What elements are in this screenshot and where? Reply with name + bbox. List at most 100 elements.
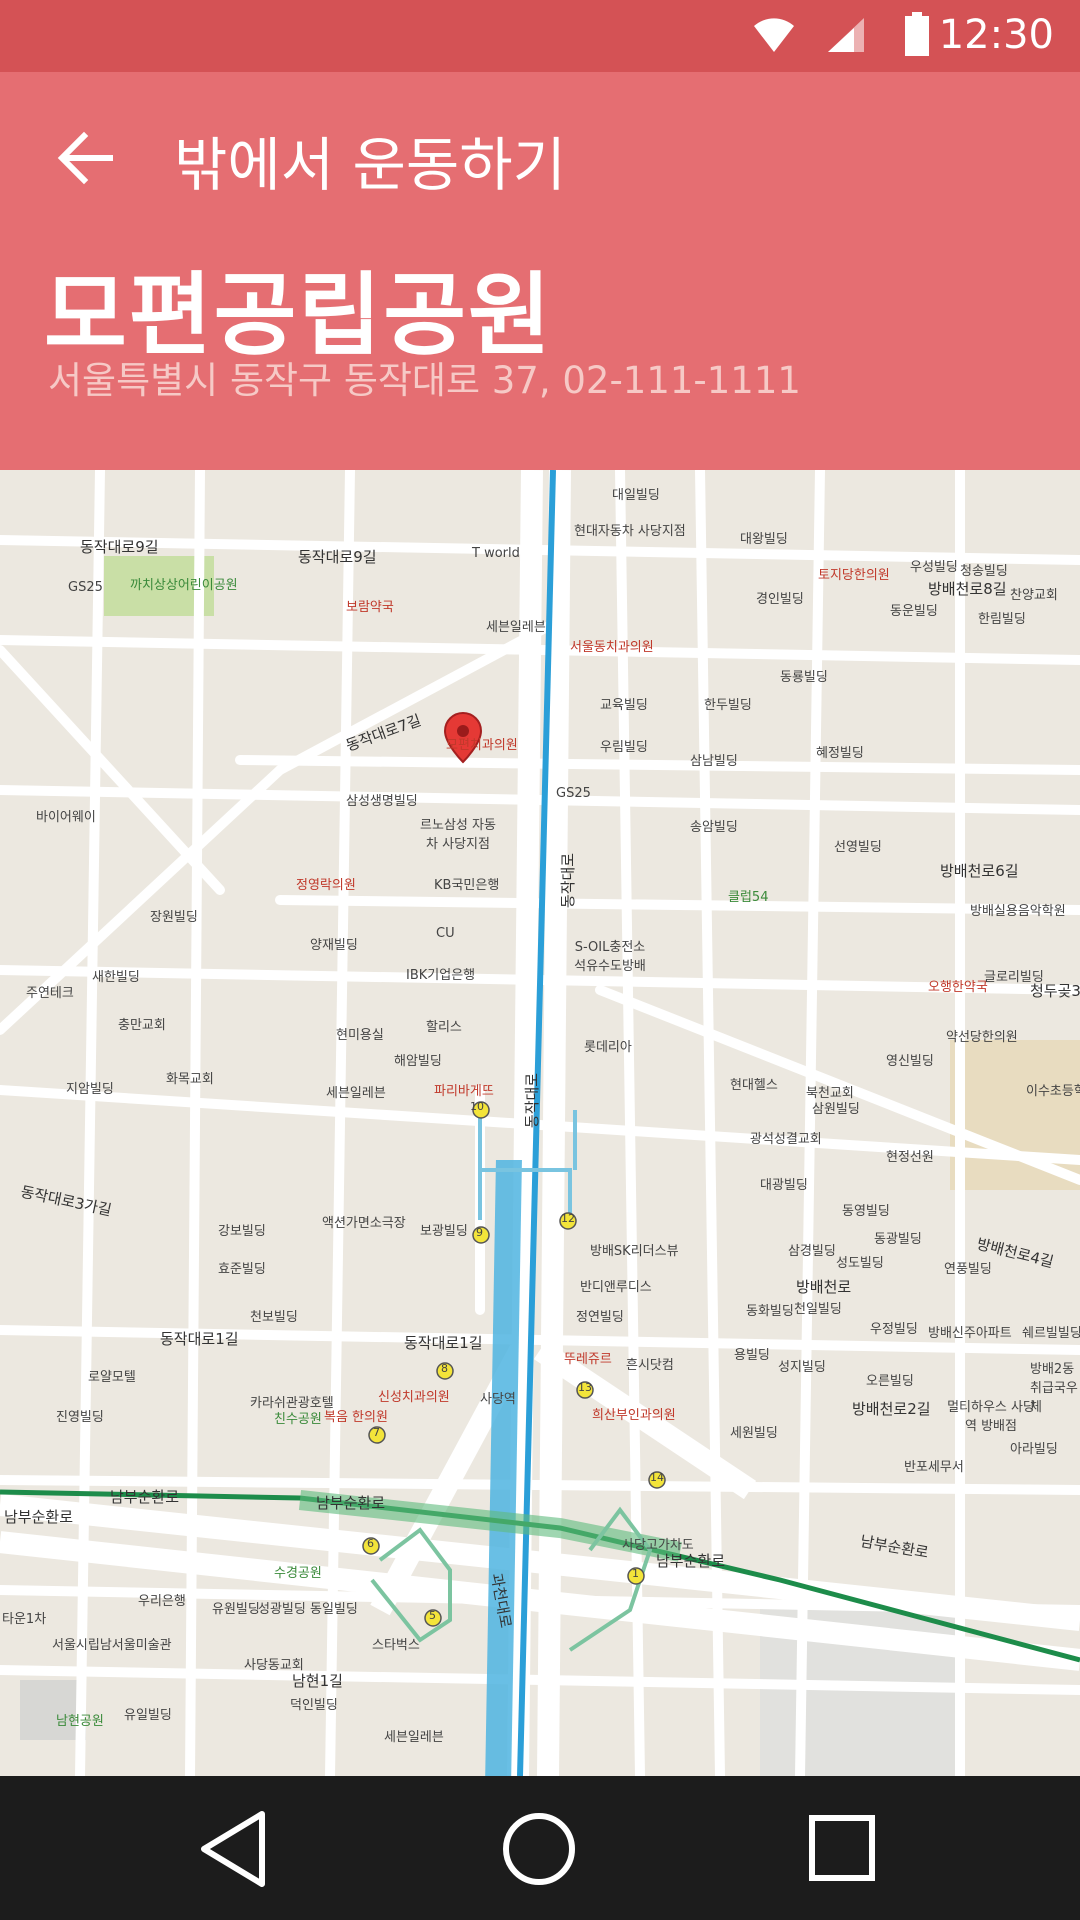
- place-label: 장원빌딩: [150, 910, 198, 925]
- place-label: S-OIL충전소 석유수도방배: [574, 940, 646, 974]
- place-label: 타운1차: [2, 1612, 47, 1627]
- place-label: 우성빌딩: [910, 560, 958, 575]
- place-label: 대광빌딩: [760, 1178, 808, 1193]
- place-address: 서울특별시 동작구 동작대로 37, 02-111-1111: [48, 359, 801, 402]
- place-label: 동룡빌딩: [780, 670, 828, 685]
- place-label: 효준빌딩: [218, 1262, 266, 1277]
- app-header: 밖에서 운동하기 모편공립공원 서울특별시 동작구 동작대로 37, 02-11…: [0, 72, 1080, 470]
- place-label: 주연테크: [26, 986, 74, 1001]
- place-label: 성지빌딩: [778, 1360, 826, 1375]
- place-label: 희산부인과의원: [592, 1408, 676, 1423]
- place-label: GS25: [556, 786, 591, 801]
- place-label: 충만교회: [118, 1018, 166, 1033]
- place-label: T world: [472, 546, 520, 561]
- road-label: 방배천로: [796, 1278, 852, 1296]
- exit-number: 14: [650, 1471, 664, 1484]
- place-label: 정연빌딩: [576, 1310, 624, 1325]
- clock: 12:30: [938, 12, 1054, 58]
- navigation-bar: [0, 1776, 1080, 1920]
- place-label: 현대헬스: [730, 1078, 778, 1093]
- nav-recents-icon[interactable]: [798, 1804, 888, 1894]
- place-label: 현미용실: [336, 1028, 384, 1043]
- place-label: 대일빌딩: [612, 488, 660, 503]
- place-label: 우리은행: [138, 1594, 186, 1609]
- cell-signal-icon: [828, 18, 864, 52]
- nav-home-icon[interactable]: [494, 1804, 584, 1894]
- place-label: GS25: [68, 580, 103, 595]
- road-label: 남부순환로: [316, 1494, 386, 1512]
- place-label: 모편치과의원: [446, 738, 518, 753]
- place-label: 삼경빌딩: [788, 1244, 836, 1259]
- place-label: 할리스: [426, 1020, 462, 1035]
- place-label: 영신빌딩: [886, 1054, 934, 1069]
- place-label: 르노삼성 자동차 사당지점: [420, 818, 496, 852]
- place-label: 정영락의원: [296, 878, 356, 893]
- place-label: 해암빌딩: [394, 1054, 442, 1069]
- map-view[interactable]: 동작대로9길 동작대로9길 동작대로7길 동작대로 동작대로 동작대로1길 동작…: [0, 470, 1080, 1776]
- place-label: 남현공원: [56, 1714, 104, 1729]
- place-label: CU: [436, 926, 455, 941]
- place-label: 천보빌딩: [250, 1310, 298, 1325]
- place-label: 삼남빌딩: [690, 754, 738, 769]
- place-label: 동영빌딩: [842, 1204, 890, 1219]
- place-label: 복음 한의원: [324, 1410, 388, 1425]
- place-label: 파리바게뜨: [434, 1084, 494, 1099]
- nav-back-icon[interactable]: [190, 1804, 280, 1894]
- place-label: 방배실용음악학원: [970, 904, 1066, 919]
- place-label: 혜정빌딩: [816, 746, 864, 761]
- place-label: 성도빌딩: [836, 1256, 884, 1271]
- place-label: 세븐일레븐: [486, 620, 546, 635]
- place-label: 멀티하우스 사당역 방배점: [947, 1400, 1035, 1434]
- place-label: 방배SK리더스뷰: [590, 1244, 679, 1259]
- place-label: 우림빌딩: [600, 740, 648, 755]
- place-label: 보광빌딩: [420, 1224, 468, 1239]
- exit-number: 5: [429, 1609, 436, 1622]
- road-label: 방배천로8길: [928, 580, 1007, 598]
- exit-number: 12: [561, 1212, 575, 1225]
- place-label: 서울동치과의원: [570, 640, 654, 655]
- battery-icon: [905, 12, 929, 56]
- place-label: 청송빌딩: [960, 564, 1008, 579]
- road-label: 방배천로6길: [940, 862, 1019, 880]
- screen-title: 밖에서 운동하기: [174, 131, 566, 199]
- place-label: 스타벅스: [372, 1638, 420, 1653]
- exit-number: 13: [578, 1381, 592, 1394]
- place-label: 보람약국: [346, 600, 394, 615]
- place-label: 방배2동 취급국우체: [1030, 1362, 1078, 1415]
- road-label: 동작대로1길: [160, 1330, 239, 1348]
- place-label: 현대자동차 사당지점: [574, 524, 686, 539]
- place-label: 수경공원: [274, 1566, 322, 1581]
- exit-number: 7: [373, 1426, 380, 1439]
- place-label: 선영빌딩: [834, 840, 882, 855]
- place-label: 까치상상어린이공원: [130, 578, 238, 593]
- place-label: 지암빌딩: [66, 1082, 114, 1097]
- road-label: 동작대로9길: [298, 548, 377, 566]
- arrow-left-icon[interactable]: [48, 120, 124, 196]
- place-label: 글로리빌딩: [984, 970, 1044, 985]
- place-label: 광석성결교회: [750, 1132, 822, 1147]
- place-label: 삼성생명빌딩: [346, 794, 418, 809]
- place-label: 진영빌딩: [56, 1410, 104, 1425]
- place-label: KB국민은행: [434, 878, 500, 893]
- place-label: 바이어웨이: [36, 810, 96, 825]
- status-bar: 12:30: [0, 0, 1080, 72]
- place-label: 약선당한의원: [946, 1030, 1018, 1045]
- place-label: 동화빌딩: [746, 1304, 794, 1319]
- place-label: 세븐일레븐: [384, 1730, 444, 1745]
- place-label: 용빌딩: [734, 1348, 770, 1363]
- road-label: 동작대로1길: [404, 1334, 483, 1352]
- place-label: 이수초등학교: [1026, 1084, 1080, 1099]
- place-label: 아라빌딩: [1010, 1442, 1058, 1457]
- exit-number: 9: [476, 1226, 483, 1239]
- place-label: 신성치과의원: [378, 1390, 450, 1405]
- place-label: 천일빌딩: [794, 1302, 842, 1317]
- road-label: 동작대로: [559, 852, 578, 909]
- place-label: 친수공원: [274, 1412, 322, 1427]
- place-label: 연풍빌딩: [944, 1262, 992, 1277]
- place-label: 액션가면소극장: [322, 1216, 406, 1231]
- place-label: 새한빌딩: [92, 970, 140, 985]
- place-label: 로얄모텔: [88, 1370, 136, 1385]
- place-label: 클럽54: [728, 890, 769, 905]
- exit-number: 1: [632, 1567, 639, 1580]
- place-label: 교육빌딩: [600, 698, 648, 713]
